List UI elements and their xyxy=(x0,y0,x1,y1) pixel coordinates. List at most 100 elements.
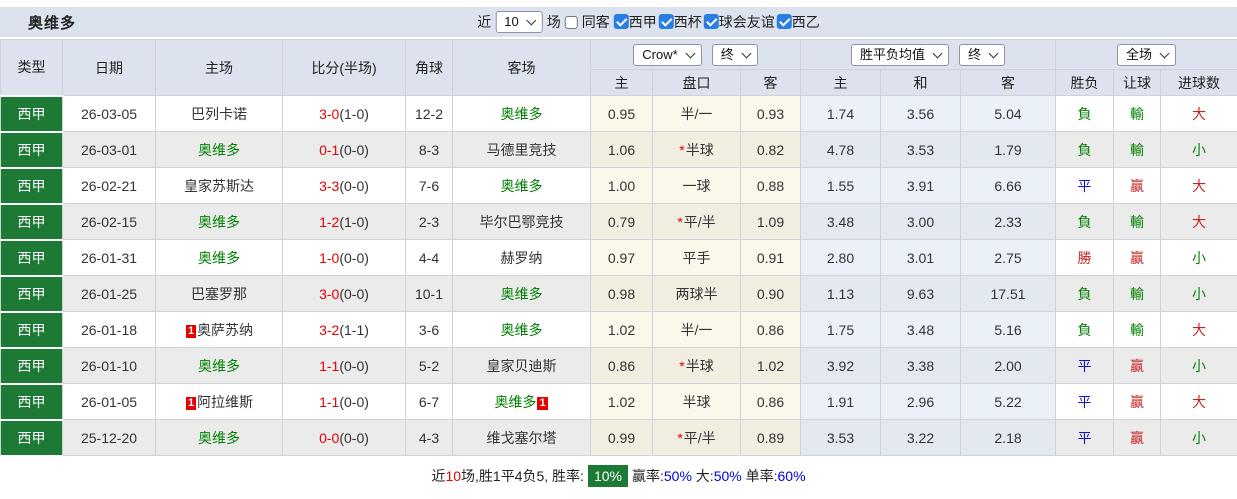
home-team-cell: 1 阿拉维斯 xyxy=(155,383,283,420)
away-team-cell: 奥维多 xyxy=(452,311,591,348)
league-cell: 西甲 xyxy=(0,418,63,457)
home-team-cell: 奥维多 xyxy=(155,131,283,168)
team-name: 奥维多 xyxy=(500,285,543,302)
same-away-checkbox[interactable] xyxy=(564,15,578,29)
goals-result-cell: 小 xyxy=(1160,347,1237,384)
handicap-line-cell: 两球半 xyxy=(652,275,741,312)
avg-odds-select-value: 胜平负均值 xyxy=(860,46,926,62)
handicap-result-cell: 赢 xyxy=(1113,383,1162,420)
league-checkbox-label: 西甲 xyxy=(628,13,657,30)
asian-away-odds-cell: 1.09 xyxy=(740,203,801,240)
star-marker: * xyxy=(677,429,683,446)
result-cell: 負 xyxy=(1055,311,1115,348)
score-full: 1-1 xyxy=(319,393,340,410)
asian-away-odds-cell: 1.02 xyxy=(740,347,801,384)
team-name: 马德里竞技 xyxy=(486,141,557,158)
score-cell: 0-1(0-0) xyxy=(282,131,406,168)
date-cell: 26-01-10 xyxy=(62,347,156,384)
bookmaker-select[interactable]: Crow* xyxy=(633,43,702,66)
avg-home-odds-cell: 1.13 xyxy=(800,275,881,312)
date-cell: 26-03-01 xyxy=(62,131,156,168)
summary-text: 赢率: xyxy=(631,468,664,484)
away-team-cell: 奥维多 1 xyxy=(452,383,591,420)
away-team-cell: 奥维多 xyxy=(452,275,591,312)
goals-result-cell: 大 xyxy=(1160,167,1237,204)
corners-cell: 4-4 xyxy=(405,239,453,276)
avg-draw-odds-cell: 3.38 xyxy=(880,347,961,384)
avg-home-odds-cell: 3.53 xyxy=(800,419,881,456)
league-cell: 西甲 xyxy=(0,274,63,313)
league-filters: 西甲 西杯 球会友谊 西乙 xyxy=(613,12,822,33)
result-cell: 平 xyxy=(1055,419,1115,456)
corners-cell: 2-3 xyxy=(405,203,453,240)
score-half: (1-0) xyxy=(339,105,369,122)
red-card-badge: 1 xyxy=(185,324,197,338)
league-cell: 西甲 xyxy=(0,166,63,205)
handicap-result-cell: 輸 xyxy=(1113,311,1162,348)
avg-odds-time-select[interactable]: 终 xyxy=(959,43,1006,66)
avg-draw-odds-cell: 3.00 xyxy=(880,203,961,240)
date-cell: 26-01-31 xyxy=(62,239,156,276)
near-count-select[interactable]: 10 xyxy=(495,11,543,33)
avg-odds-time-value: 终 xyxy=(968,46,982,62)
league-checkbox[interactable] xyxy=(613,14,629,30)
period-select[interactable]: 全场 xyxy=(1117,43,1177,66)
score-full: 3-2 xyxy=(319,321,340,338)
date-cell: 26-02-21 xyxy=(62,167,156,204)
league-cell: 西甲 xyxy=(0,310,63,349)
home-team-cell: 皇家苏斯达 xyxy=(155,167,283,204)
league-checkbox[interactable] xyxy=(658,14,674,30)
star-marker: * xyxy=(677,213,683,230)
asian-away-odds-cell: 0.91 xyxy=(740,239,801,276)
asian-home-odds-cell: 0.79 xyxy=(590,203,653,240)
summary-text: 单率: xyxy=(741,468,778,484)
corners-cell: 8-3 xyxy=(405,131,453,168)
asian-odds-time-select[interactable]: 终 xyxy=(711,43,758,66)
match-history-widget: 奥维多 近 10 场 同客 西甲 西杯 球会友谊 西乙 类型 日期 主场 比分(半场)… xyxy=(0,0,1237,496)
team-name: 巴塞罗那 xyxy=(191,285,247,302)
top-strip xyxy=(0,0,1237,7)
table-row: 西甲 26-01-05 1 阿拉维斯 1-1(0-0) 6-7 奥维多 1 1.02 半球 0.86… xyxy=(0,382,1237,421)
date-cell: 25-12-20 xyxy=(62,419,156,456)
league-checkbox[interactable] xyxy=(776,14,792,30)
avg-home-odds-cell: 3.92 xyxy=(800,347,881,384)
score-half: (0-0) xyxy=(339,429,369,446)
col-header-away: 客场 xyxy=(452,39,591,96)
goals-result-cell: 大 xyxy=(1160,95,1237,132)
avg-odds-select[interactable]: 胜平负均值 xyxy=(851,43,950,66)
avg-draw-odds-cell: 2.96 xyxy=(880,383,961,420)
summary-text: 近 xyxy=(431,468,446,484)
team-name: 奥维多 xyxy=(494,393,537,410)
subcol-goals-result: 进球数 xyxy=(1160,69,1237,96)
league-filter: 西甲 xyxy=(613,12,657,32)
star-marker: * xyxy=(679,141,685,158)
asian-home-odds-cell: 1.02 xyxy=(590,311,653,348)
league-checkbox[interactable] xyxy=(703,14,719,30)
table-row: 西甲 26-01-18 1 奥萨苏纳 3-2(1-1) 3-6 奥维多 1.02 半/一 0.86… xyxy=(0,310,1237,349)
asian-odds-time-value: 终 xyxy=(720,46,734,62)
away-team-cell: 奥维多 xyxy=(452,95,591,132)
table-row: 西甲 25-12-20 奥维多 0-0(0-0) 4-3 维戈塞尔塔 0.99 *平/半 0.8… xyxy=(0,418,1237,457)
summary-bar: 近 10 场,胜1平4负5, 胜率: 10% 赢率: 50% 大: 50% 单率: 60% xyxy=(0,456,1237,496)
date-cell: 26-01-18 xyxy=(62,311,156,348)
avg-away-odds-cell: 2.33 xyxy=(959,203,1057,240)
goals-result-cell: 大 xyxy=(1160,311,1237,348)
handicap-result-cell: 輸 xyxy=(1113,275,1162,312)
corners-cell: 3-6 xyxy=(405,311,453,348)
corners-cell: 12-2 xyxy=(405,95,453,132)
subcol-asian-home: 主 xyxy=(590,69,653,96)
asian-home-odds-cell: 0.95 xyxy=(590,95,653,132)
result-group-header: 全场 xyxy=(1055,39,1237,70)
summary-text: 50% xyxy=(713,468,742,484)
match-table-body: 西甲 26-03-05 巴列卡诺 3-0(1-0) 12-2 奥维多 0.95 半/一 0.93… xyxy=(0,94,1237,457)
score-full: 1-1 xyxy=(319,357,340,374)
home-team-cell: 1 奥萨苏纳 xyxy=(155,311,283,348)
avg-away-odds-cell: 6.66 xyxy=(959,167,1057,204)
team-name: 毕尔巴鄂竞技 xyxy=(479,213,564,230)
score-full: 1-2 xyxy=(319,213,340,230)
score-half: (1-0) xyxy=(339,213,369,230)
avg-away-odds-cell: 2.00 xyxy=(959,347,1057,384)
summary-text: 60% xyxy=(777,468,806,484)
team-name: 赫罗纳 xyxy=(500,249,543,266)
goals-result-cell: 大 xyxy=(1160,203,1237,240)
